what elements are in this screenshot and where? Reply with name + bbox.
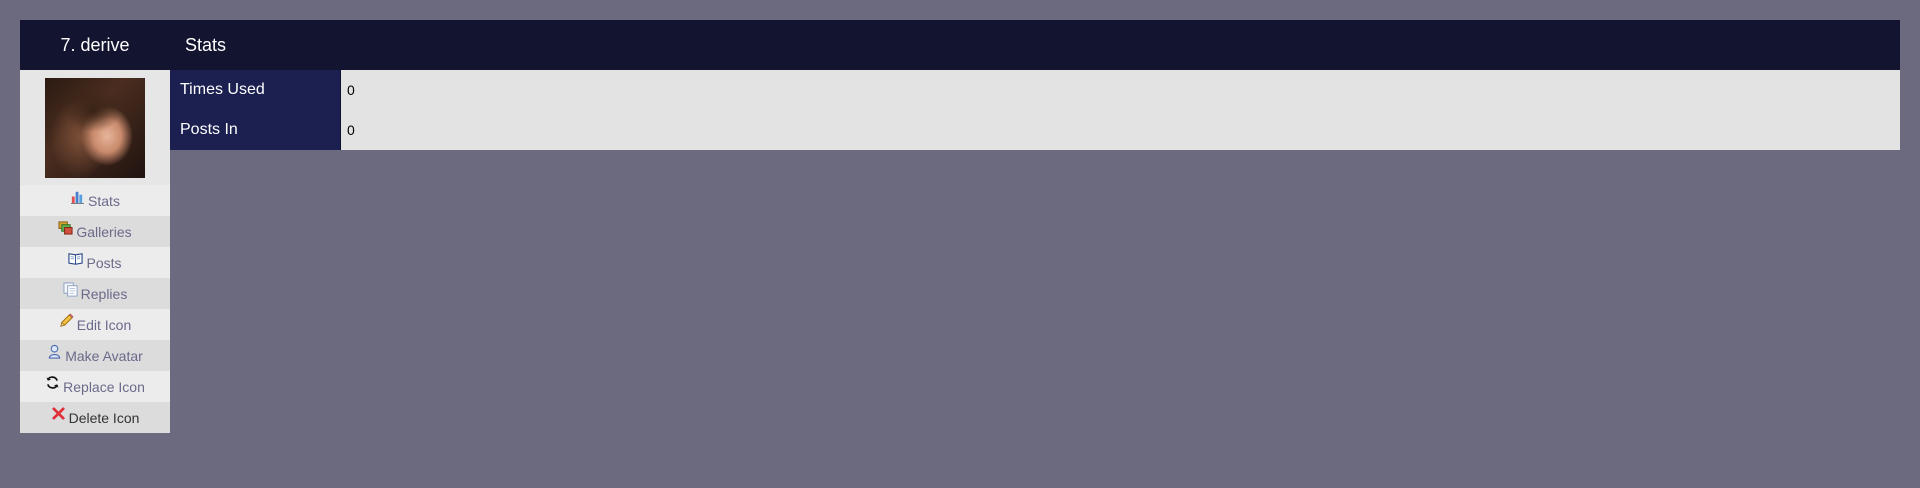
refresh-icon xyxy=(46,376,59,389)
row-value-times-used: 0 xyxy=(347,82,355,98)
table-row: Posts In 0 xyxy=(170,110,1900,150)
sidebar-item-label: Edit Icon xyxy=(76,316,132,333)
bar-chart-icon xyxy=(70,191,85,204)
user-icon xyxy=(48,344,61,359)
avatar-container xyxy=(20,70,170,185)
sidebar-item-replies[interactable]: Replies xyxy=(20,278,170,309)
sidebar-item-label: Make Avatar xyxy=(65,347,143,364)
sidebar-item-label: Stats xyxy=(88,192,120,209)
delete-x-icon xyxy=(51,407,65,420)
stats-table: Times Used 0 Posts In 0 xyxy=(170,70,1900,150)
sidebar-item-label: Replies xyxy=(80,285,128,302)
row-value-posts-in: 0 xyxy=(347,122,355,138)
panel-content: Stats Galleries Posts Replies Edit Icon … xyxy=(20,70,1900,433)
table-row: Times Used 0 xyxy=(170,70,1900,110)
sidebar-item-edit-icon[interactable]: Edit Icon xyxy=(20,309,170,340)
sidebar-item-label: Replace Icon xyxy=(63,378,145,395)
sidebar-item-delete-icon[interactable]: Delete Icon xyxy=(20,402,170,433)
sidebar-item-galleries[interactable]: Galleries xyxy=(20,216,170,247)
sidebar-item-label: Posts xyxy=(86,254,122,271)
icon-panel: 7. derive Stats Stats Galleries Posts Re… xyxy=(20,20,1900,433)
sidebar-item-make-avatar[interactable]: Make Avatar xyxy=(20,340,170,371)
sidebar-item-replace-icon[interactable]: Replace Icon xyxy=(20,371,170,402)
icon-image[interactable] xyxy=(45,77,145,178)
section-title: Stats xyxy=(185,34,227,55)
sidebar-item-label: Galleries xyxy=(76,223,132,240)
sidebar-item-label: Delete Icon xyxy=(68,409,140,426)
sidebar: Stats Galleries Posts Replies Edit Icon … xyxy=(20,70,170,433)
replies-icon xyxy=(63,282,78,297)
pencil-icon xyxy=(59,313,74,327)
row-label-posts-in: Posts In xyxy=(170,110,341,150)
sidebar-item-stats[interactable]: Stats xyxy=(20,185,170,216)
row-label-times-used: Times Used xyxy=(170,70,341,110)
panel-header: 7. derive Stats xyxy=(20,20,1900,70)
sidebar-menu: Stats Galleries Posts Replies Edit Icon … xyxy=(20,185,170,433)
icon-title: 7. derive xyxy=(60,34,130,55)
galleries-icon xyxy=(58,221,73,235)
sidebar-item-posts[interactable]: Posts xyxy=(20,247,170,278)
book-icon xyxy=(68,253,84,265)
